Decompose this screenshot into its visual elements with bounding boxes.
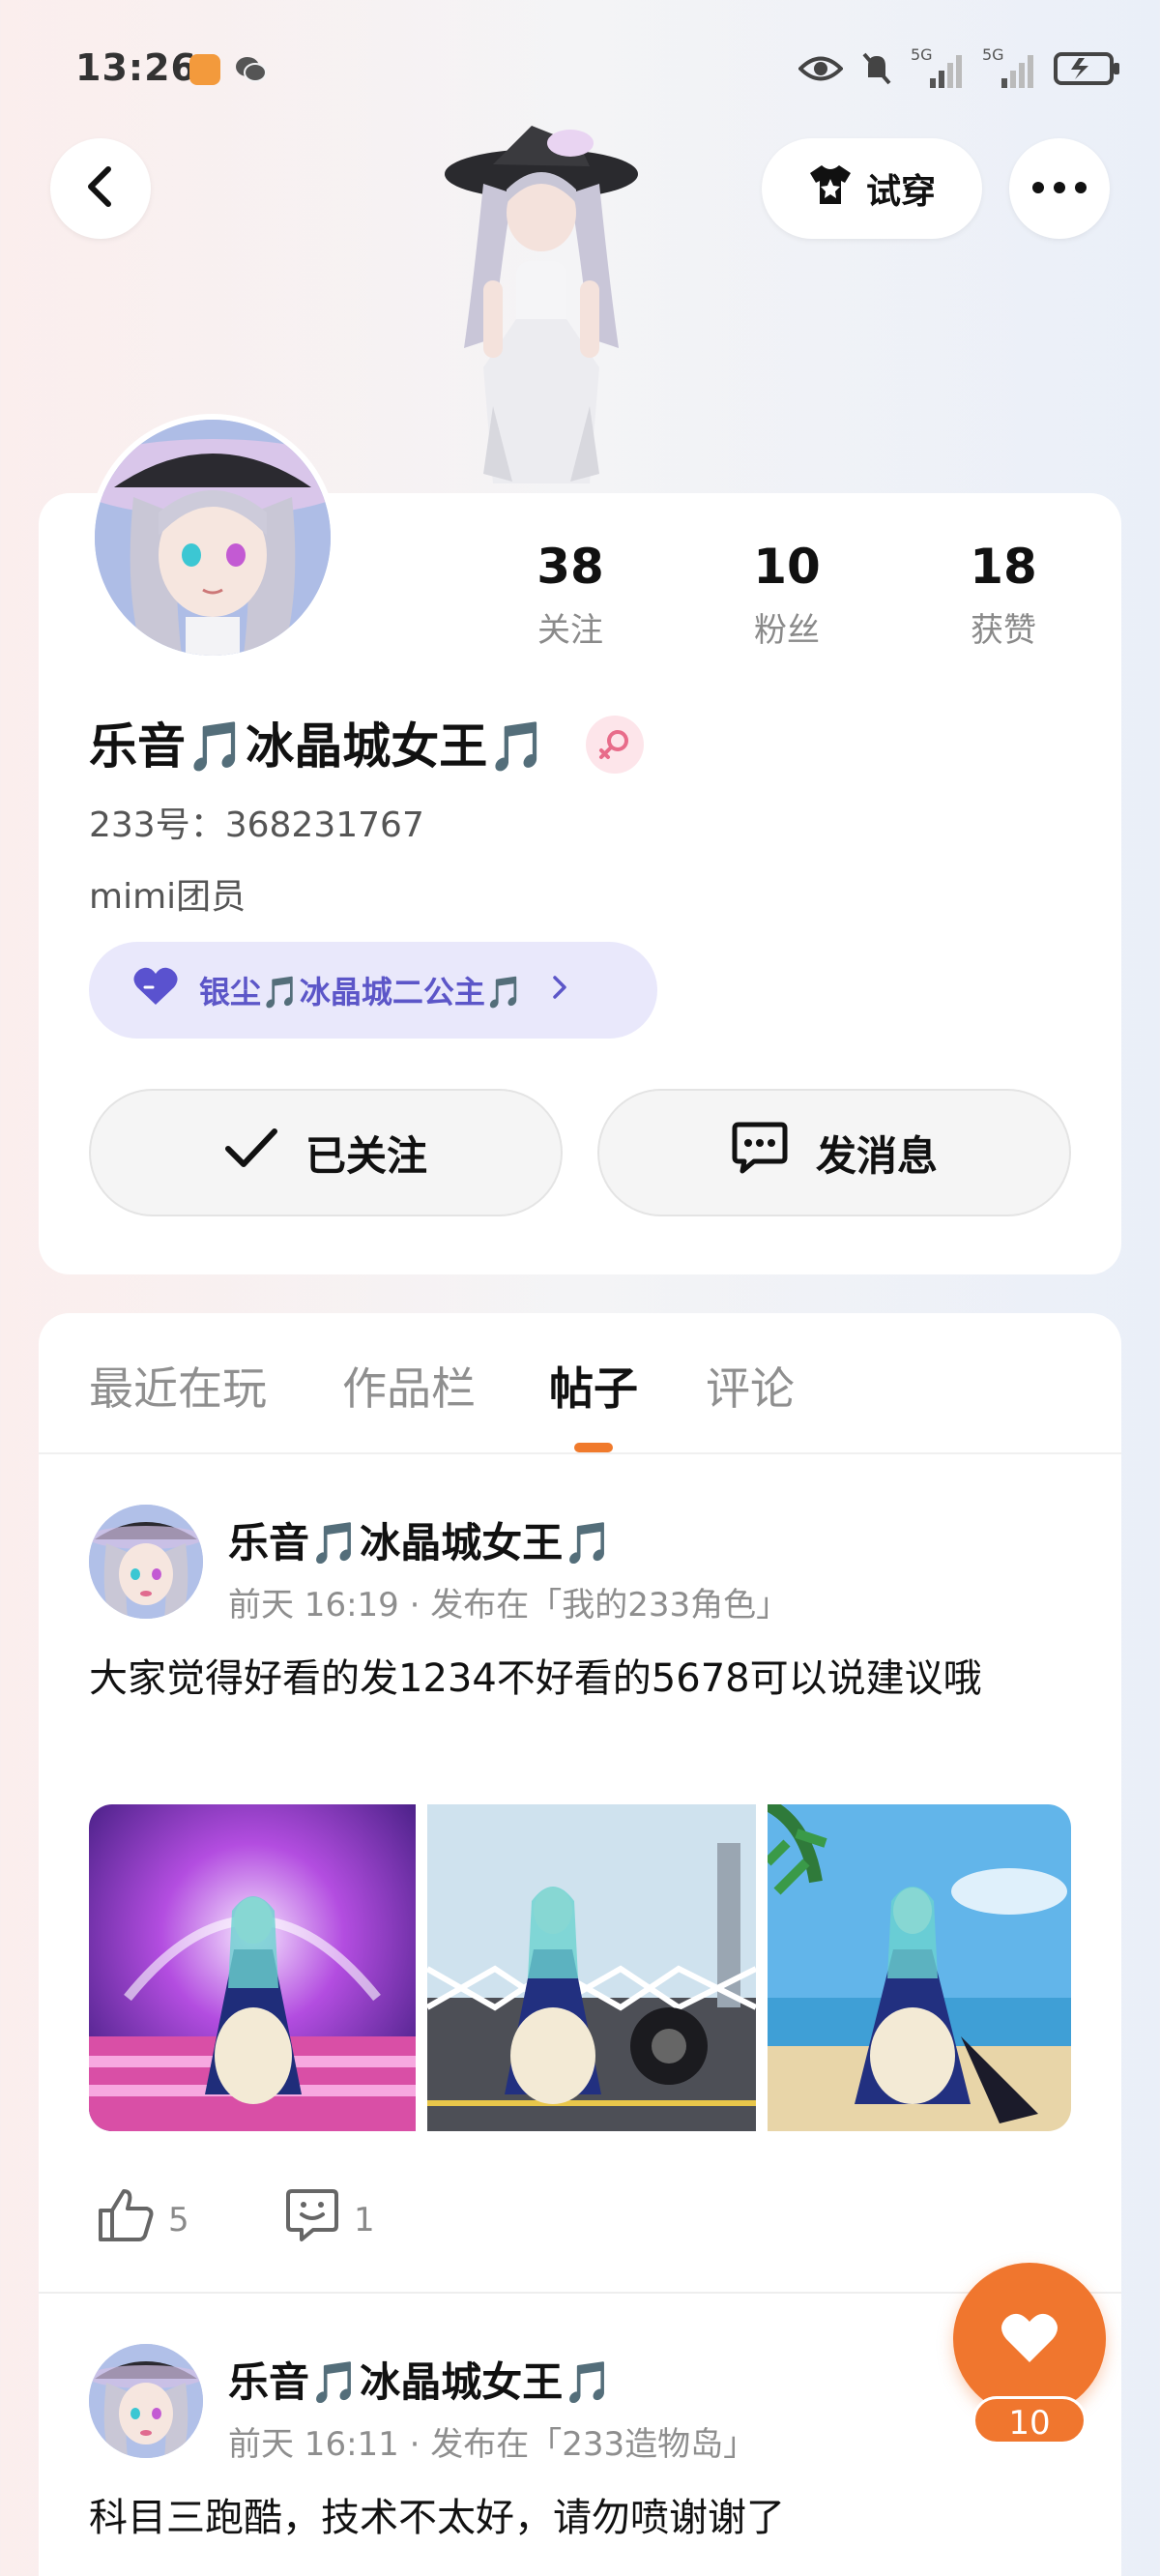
stat-fans-count: 10	[753, 539, 821, 595]
stat-likes-count: 18	[970, 539, 1037, 595]
signal-icon-2: 5G	[982, 45, 1036, 90]
checkmark-icon	[224, 1127, 278, 1178]
team-label: mimi团员	[89, 877, 246, 917]
eye-icon	[798, 54, 844, 87]
ellipsis-icon	[1030, 180, 1088, 198]
followed-label: 已关注	[304, 1131, 427, 1180]
stat-following-count: 38	[536, 539, 604, 595]
profile-name: 乐音🎵冰晶城女王🎵	[89, 718, 548, 775]
relationship-label: 银尘🎵冰晶城二公主🎵	[199, 974, 524, 1010]
relationship-pill[interactable]: 银尘🎵冰晶城二公主🎵	[89, 942, 657, 1039]
favorite-fab-button[interactable]	[953, 2263, 1106, 2415]
signal-label: 5G	[911, 45, 933, 64]
post-author-avatar[interactable]	[89, 2344, 203, 2458]
chat-bubble-icon	[731, 1121, 789, 1185]
stat-likes[interactable]: 18 获赞	[921, 538, 1086, 651]
status-time: 13:26	[75, 46, 197, 89]
try-on-label: 试穿	[865, 172, 936, 212]
thumbs-up-icon	[97, 2187, 155, 2252]
like-action[interactable]: 5	[97, 2187, 189, 2252]
divider	[39, 2292, 1121, 2294]
mute-icon	[860, 50, 893, 91]
post-image-2[interactable]	[427, 1804, 756, 2131]
try-on-button[interactable]: 试穿	[762, 138, 982, 239]
chevron-right-icon	[551, 972, 568, 1009]
post-image-3[interactable]	[768, 1804, 1071, 2131]
stat-fans[interactable]: 10 粉丝	[705, 538, 869, 651]
more-button[interactable]	[1009, 138, 1110, 239]
like-count: 5	[168, 2200, 189, 2239]
wechat-icon	[234, 54, 267, 85]
send-message-label: 发消息	[815, 1131, 938, 1180]
shirt-icon	[808, 163, 853, 215]
avatar-3d-character[interactable]	[425, 116, 657, 493]
heart-icon	[999, 2310, 1060, 2368]
notification-icons	[189, 54, 267, 85]
stat-likes-label: 获赞	[971, 611, 1036, 650]
followed-button[interactable]: 已关注	[89, 1089, 563, 1216]
chevron-left-icon	[81, 165, 120, 212]
female-gender-icon	[586, 716, 644, 774]
post-author-name[interactable]: 乐音🎵冰晶城女王🎵	[228, 1510, 614, 1569]
comment-icon	[284, 2187, 340, 2252]
tab-posts[interactable]: 帖子	[549, 1354, 638, 1418]
comment-action[interactable]: 1	[284, 2187, 375, 2252]
comment-count: 1	[354, 2200, 375, 2239]
tab-recently-played[interactable]: 最近在玩	[89, 1354, 267, 1418]
profile-avatar[interactable]	[89, 414, 336, 661]
post-author-avatar[interactable]	[89, 1505, 203, 1619]
active-tab-indicator	[574, 1443, 613, 1452]
send-message-button[interactable]: 发消息	[597, 1089, 1071, 1216]
stat-fans-label: 粉丝	[754, 611, 820, 650]
system-status-icons: 5G 5G	[798, 45, 1121, 91]
back-button[interactable]	[50, 138, 151, 239]
user-id: 233号：368231767	[89, 805, 424, 845]
signal-label: 5G	[982, 45, 1004, 64]
post-author-name[interactable]: 乐音🎵冰晶城女王🎵	[228, 2350, 614, 2409]
signal-icon: 5G	[911, 45, 965, 90]
heart-icon	[131, 966, 180, 1014]
stat-following-label: 关注	[537, 611, 603, 650]
post-meta: 前天 16:19 · 发布在「我的233角色」	[228, 1586, 790, 1625]
divider	[39, 1452, 1121, 1454]
stat-following[interactable]: 38 关注	[488, 538, 652, 651]
battery-icon	[1054, 52, 1121, 89]
app-notification-icon	[189, 54, 220, 85]
tab-works[interactable]: 作品栏	[342, 1354, 476, 1418]
favorite-count-badge: 10	[972, 2396, 1087, 2444]
post-image-1[interactable]	[89, 1804, 416, 2131]
tab-comments[interactable]: 评论	[706, 1354, 795, 1418]
post-text[interactable]: 大家觉得好看的发1234不好看的5678可以说建议哦	[89, 1650, 1075, 1708]
post-text[interactable]: 科目三跑酷，技术不太好，请勿喷谢谢了	[89, 2489, 1075, 2547]
post-meta: 前天 16:11 · 发布在「233造物岛」	[228, 2425, 757, 2464]
